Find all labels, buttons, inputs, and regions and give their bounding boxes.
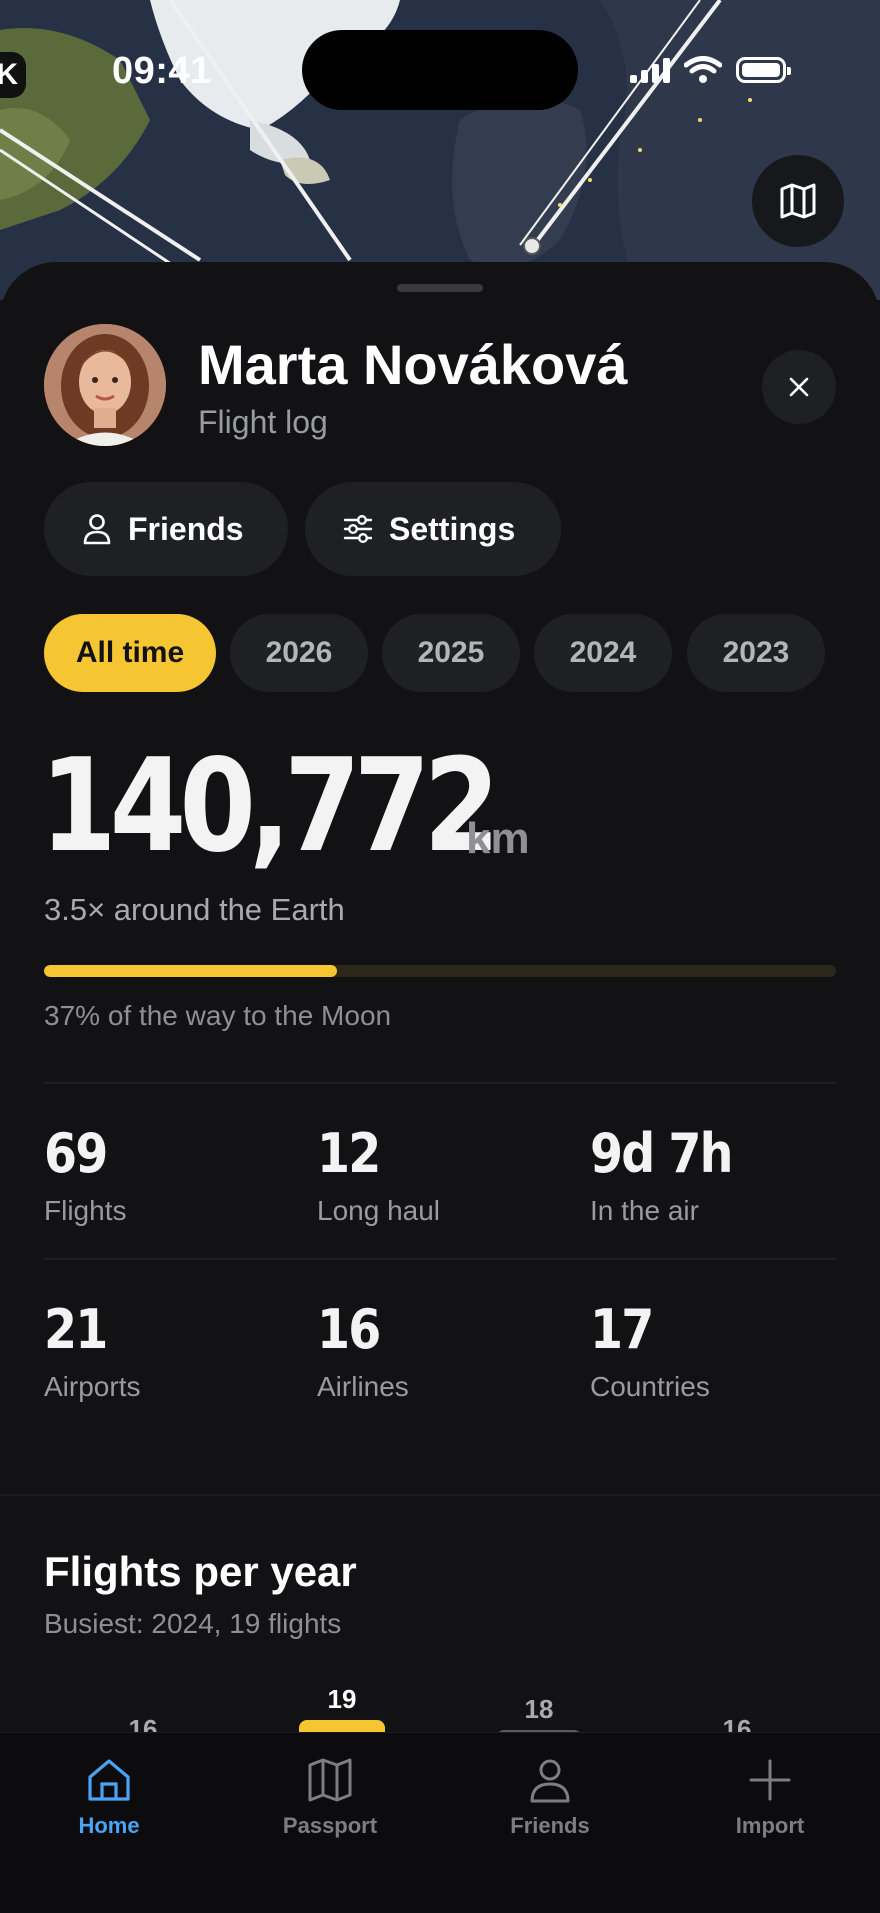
divider [44, 1082, 836, 1084]
map-icon [308, 1758, 352, 1802]
person-icon [83, 514, 111, 545]
settings-button[interactable]: Settings [305, 482, 561, 576]
stat-value: 12 [317, 1122, 381, 1185]
moon-progress-label: 37% of the way to the Moon [44, 1000, 392, 1031]
section-divider [0, 1494, 880, 1496]
flights-per-year-chart: 1619 1816 [129, 1684, 751, 1740]
tab-label: Passport [282, 1813, 378, 1838]
back-button[interactable]: K [0, 52, 26, 98]
close-button[interactable] [762, 350, 836, 424]
year-bar-value: 18 [525, 1694, 554, 1724]
friends-button[interactable]: Friends [44, 482, 288, 576]
tab-passport[interactable]: Passport [250, 1757, 410, 1839]
stat-label: Long haul [317, 1195, 441, 1226]
stat-label: Countries [590, 1371, 710, 1402]
profile-subtitle: Flight log [198, 404, 328, 440]
divider [44, 1258, 836, 1260]
friends-button-label: Friends [128, 510, 244, 547]
stat-label: Airlines [317, 1371, 409, 1402]
stat-value: 17 [590, 1298, 654, 1361]
stat-label: Flights [44, 1195, 127, 1226]
tab-import[interactable]: Import [690, 1757, 850, 1839]
stat-in-the-air: 9d 7h In the air [590, 1122, 850, 1227]
filter-2026[interactable]: 2026 [230, 614, 368, 692]
filter-2023[interactable]: 2023 [687, 614, 825, 692]
moon-progress-bar [44, 965, 836, 977]
plus-icon [749, 1759, 791, 1801]
sheet-grabber[interactable] [397, 284, 483, 292]
filter-all-time[interactable]: All time [44, 614, 216, 692]
tab-label: Home [78, 1813, 140, 1838]
battery-icon [736, 57, 791, 83]
distance-unit: km [466, 814, 530, 863]
flights-per-year-subtitle: Busiest: 2024, 19 flights [44, 1608, 342, 1639]
moon-progress-fill [44, 965, 338, 977]
map-icon [780, 183, 816, 219]
avatar [44, 324, 166, 446]
tab-home[interactable]: Home [29, 1757, 189, 1839]
filter-2024[interactable]: 2024 [534, 614, 672, 692]
profile-name: Marta Nováková [198, 333, 628, 396]
wifi-icon [684, 56, 722, 83]
map-view-button[interactable] [752, 155, 844, 247]
stat-label: In the air [590, 1195, 699, 1226]
tab-bar: Home Passport Friends Import [0, 1732, 880, 1913]
tab-label: Import [735, 1813, 805, 1838]
close-icon [789, 377, 809, 397]
sliders-icon [343, 515, 373, 544]
status-time: 09:41 [112, 50, 212, 92]
filter-2025[interactable]: 2025 [382, 614, 520, 692]
stat-label: Airports [44, 1371, 141, 1402]
person-icon [530, 1759, 570, 1803]
year-bar-value: 19 [328, 1684, 357, 1714]
stat-value: 9d 7h [590, 1122, 733, 1185]
dynamic-island [302, 30, 578, 110]
stat-value: 21 [44, 1298, 108, 1361]
flights-per-year-title: Flights per year [44, 1548, 357, 1595]
status-bar: K 09:41 [0, 0, 880, 140]
stat-airports: 21 Airports [44, 1298, 304, 1403]
stat-flights: 69 Flights [44, 1122, 304, 1227]
stat-value: 69 [44, 1122, 108, 1185]
tab-label: Friends [510, 1813, 590, 1838]
stat-value: 16 [317, 1298, 381, 1361]
stat-countries: 17 Countries [590, 1298, 850, 1403]
tab-friends[interactable]: Friends [470, 1757, 630, 1839]
settings-button-label: Settings [389, 510, 516, 547]
stat-airlines: 16 Airlines [317, 1298, 577, 1403]
total-distance: 140,772 [40, 732, 500, 881]
home-icon [88, 1759, 130, 1801]
earth-comparison: 3.5× around the Earth [44, 892, 345, 927]
system-icons [630, 56, 791, 84]
cellular-signal-icon [630, 57, 670, 83]
stat-long-haul: 12 Long haul [317, 1122, 577, 1227]
